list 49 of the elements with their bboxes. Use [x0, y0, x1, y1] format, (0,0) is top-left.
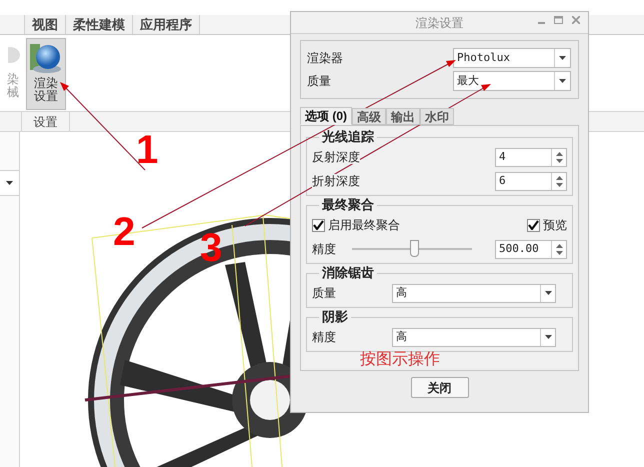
- slider-thumb[interactable]: [410, 240, 418, 257]
- field-label: 精度: [312, 329, 337, 346]
- spinner-arrows-icon[interactable]: [556, 152, 562, 162]
- checkbox[interactable]: [527, 218, 540, 232]
- caret-icon: [544, 335, 552, 339]
- dropdown-caret[interactable]: [0, 170, 19, 196]
- spinner-arrows-icon[interactable]: [556, 244, 562, 254]
- annotation-number: 1: [136, 130, 158, 170]
- checkbox-label: 预览: [543, 217, 567, 234]
- group-label: 设置: [34, 114, 58, 130]
- field-label: 反射深度: [312, 150, 360, 164]
- dialog-tab[interactable]: 水印: [420, 108, 454, 125]
- dropdown-field[interactable]: Photolux: [453, 48, 571, 68]
- section-title: 光线追踪: [319, 129, 377, 145]
- caret-icon: [559, 56, 566, 60]
- ribbon-button-label: 染 械: [7, 73, 20, 99]
- ribbon-tab[interactable]: 柔性建模: [66, 15, 133, 34]
- annotation-note: 按图示操作: [360, 352, 440, 368]
- ribbon-tab[interactable]: 视图: [25, 15, 66, 34]
- field-label: 折射深度: [312, 174, 360, 188]
- ribbon-button-label: 渲染 设置: [34, 77, 58, 103]
- dropdown-field[interactable]: 高: [392, 284, 556, 302]
- dialog-title: 渲染设置: [416, 14, 464, 32]
- field-label: 质量: [312, 285, 337, 302]
- dropdown-field[interactable]: 高: [392, 328, 556, 346]
- spinner-arrows-icon[interactable]: [556, 176, 562, 186]
- field-label: 渲染器: [307, 50, 344, 67]
- checkbox-label: 启用最终聚合: [328, 217, 400, 234]
- caret-icon: [6, 181, 13, 185]
- field-label: 精度: [312, 241, 337, 258]
- caret-icon: [559, 79, 566, 83]
- checkbox[interactable]: [312, 218, 325, 232]
- ribbon-tab[interactable]: 应用程序: [133, 15, 200, 34]
- close-button[interactable]: 关闭: [410, 377, 468, 398]
- render-settings-button[interactable]: 渲染 设置: [26, 38, 66, 110]
- spin-field[interactable]: 500.00: [495, 240, 567, 258]
- section-title: 阴影: [319, 309, 351, 325]
- dialog-tab[interactable]: 输出: [386, 108, 420, 125]
- spin-field[interactable]: 6: [495, 172, 567, 190]
- dialog-tab[interactable]: 选项 (0): [300, 107, 352, 125]
- caret-icon: [544, 291, 552, 295]
- sphere-icon: [30, 42, 62, 74]
- dropdown-field[interactable]: 最大: [453, 71, 571, 91]
- field-label: 质量: [307, 73, 332, 90]
- section-title: 最终聚合: [319, 197, 377, 213]
- slider[interactable]: [352, 240, 472, 258]
- section-title: 消除锯齿: [319, 265, 377, 281]
- spin-field[interactable]: 4: [495, 148, 567, 166]
- dialog-tab[interactable]: 高级: [352, 108, 386, 125]
